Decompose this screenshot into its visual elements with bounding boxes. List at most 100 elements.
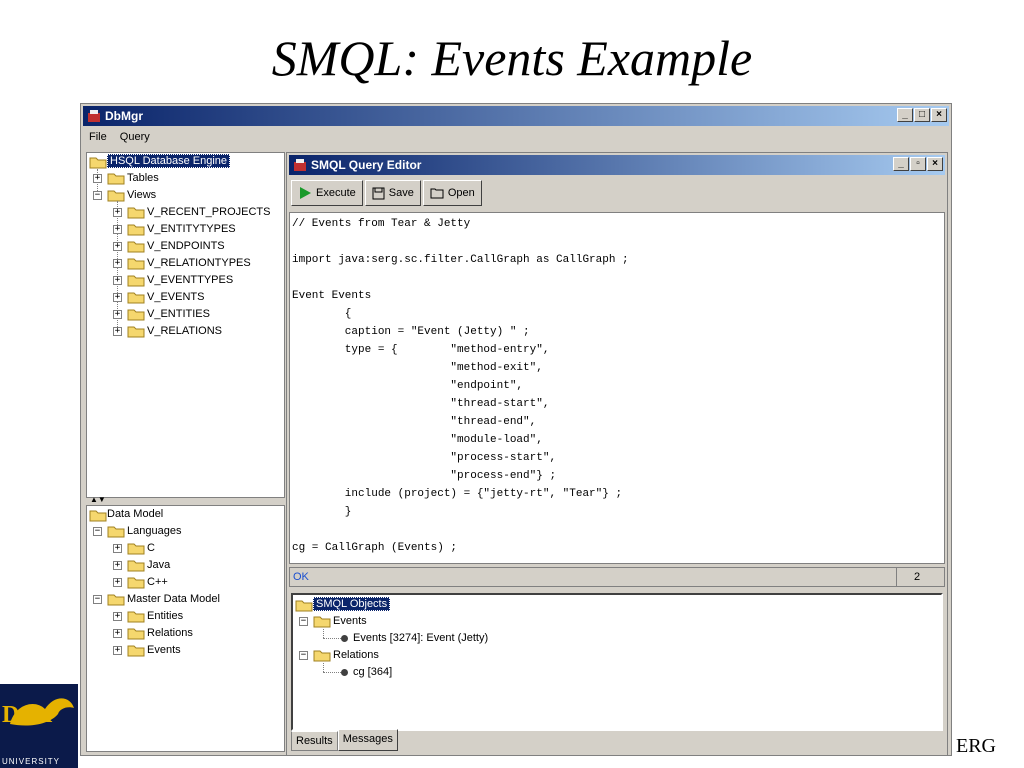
- save-button[interactable]: Save: [364, 180, 421, 206]
- tree-item-language[interactable]: Java: [147, 557, 170, 574]
- data-model-tree-pane[interactable]: Data Model − Languages + C + Java + C++ …: [86, 505, 285, 752]
- expand-icon[interactable]: +: [113, 293, 122, 302]
- tree-item-tables[interactable]: Tables: [127, 170, 159, 187]
- open-button[interactable]: Open: [422, 180, 482, 206]
- folder-icon: [89, 157, 107, 169]
- tree-root[interactable]: HSQL Database Engine: [107, 153, 230, 170]
- results-relations-group[interactable]: Relations: [333, 647, 379, 664]
- collapse-icon[interactable]: −: [299, 651, 308, 660]
- folder-icon: [127, 275, 145, 287]
- logo-name: Drex: [2, 702, 53, 728]
- expand-icon[interactable]: +: [113, 310, 122, 319]
- editor-toolbar: Execute Save Open: [291, 180, 482, 208]
- code-line: cg = CallGraph (Events) ;: [292, 542, 458, 554]
- folder-icon: [127, 326, 145, 338]
- results-relations-item[interactable]: cg [364]: [353, 664, 392, 681]
- collapse-icon[interactable]: −: [299, 617, 308, 626]
- splitter-arrows-icon[interactable]: ▲▼: [90, 496, 106, 504]
- open-folder-icon: [430, 188, 444, 199]
- results-tree-pane[interactable]: SMQL Objects − Events Events [3274]: Eve…: [291, 593, 943, 731]
- tree-root[interactable]: Data Model: [107, 506, 163, 523]
- expand-icon[interactable]: +: [113, 327, 122, 336]
- tree-item-view[interactable]: V_RECENT_PROJECTS: [147, 204, 270, 221]
- tree-item-language[interactable]: C: [147, 540, 155, 557]
- app-window-controls: _ □ ×: [896, 108, 947, 122]
- code-line: // Events from Tear & Jetty: [292, 218, 471, 230]
- expand-icon[interactable]: +: [113, 646, 122, 655]
- maximize-button[interactable]: □: [914, 108, 930, 122]
- folder-icon: [127, 309, 145, 321]
- expand-icon[interactable]: +: [113, 259, 122, 268]
- tree-item-events[interactable]: Events: [147, 642, 181, 659]
- code-line: include (project) = {"jetty-rt", "Tear"}…: [292, 488, 623, 500]
- tree-item-view[interactable]: V_ENTITIES: [147, 306, 210, 323]
- menu-query[interactable]: Query: [120, 131, 150, 143]
- folder-icon: [127, 207, 145, 219]
- expand-icon[interactable]: +: [113, 544, 122, 553]
- expand-icon[interactable]: +: [113, 208, 122, 217]
- collapse-icon[interactable]: −: [93, 527, 102, 536]
- close-button[interactable]: ×: [931, 108, 947, 122]
- code-line: Event Events: [292, 290, 372, 302]
- status-count: 2: [914, 571, 921, 583]
- code-line: "process-end"} ;: [292, 470, 557, 482]
- code-line: "module-load",: [292, 434, 543, 446]
- expand-icon[interactable]: +: [113, 578, 122, 587]
- collapse-icon[interactable]: −: [93, 191, 102, 200]
- tree-item-relations[interactable]: Relations: [147, 625, 193, 642]
- expand-icon[interactable]: +: [113, 225, 122, 234]
- editor-icon: [294, 159, 306, 171]
- expand-icon[interactable]: +: [113, 242, 122, 251]
- folder-icon: [107, 173, 125, 185]
- folder-icon: [127, 611, 145, 623]
- collapse-icon[interactable]: −: [93, 595, 102, 604]
- app-icon: [88, 110, 100, 122]
- tree-item-entities[interactable]: Entities: [147, 608, 183, 625]
- tab-messages[interactable]: Messages: [337, 729, 398, 751]
- tree-item-views[interactable]: Views: [127, 187, 156, 204]
- editor-titlebar[interactable]: SMQL Query Editor _ ▫ ×: [289, 155, 945, 175]
- code-line: type = { "method-entry",: [292, 344, 550, 356]
- tree-item-view[interactable]: V_RELATIONS: [147, 323, 222, 340]
- folder-icon: [127, 560, 145, 572]
- tree-item-master-data-model[interactable]: Master Data Model: [127, 591, 220, 608]
- code-line: "method-exit",: [292, 362, 543, 374]
- folder-icon: [127, 628, 145, 640]
- database-tree-pane[interactable]: HSQL Database Engine + Tables − Views + …: [86, 152, 285, 498]
- expand-icon[interactable]: +: [113, 629, 122, 638]
- results-events-group[interactable]: Events: [333, 613, 367, 630]
- leaf-icon: [341, 669, 348, 676]
- editor-title: SMQL Query Editor: [311, 158, 422, 172]
- restore-button[interactable]: ▫: [910, 157, 926, 171]
- results-events-item[interactable]: Events [3274]: Event (Jetty): [353, 630, 488, 647]
- folder-icon: [313, 616, 331, 628]
- tree-item-language[interactable]: C++: [147, 574, 168, 591]
- menu-file[interactable]: File: [89, 131, 107, 143]
- footer-erg: ERG: [956, 735, 996, 757]
- tree-item-languages[interactable]: Languages: [127, 523, 181, 540]
- smql-query-editor-window: SMQL Query Editor _ ▫ × Execute Save Ope…: [286, 152, 948, 756]
- expand-icon[interactable]: +: [113, 561, 122, 570]
- results-root[interactable]: SMQL Objects: [313, 596, 391, 613]
- app-titlebar[interactable]: DbMgr _ □ ×: [83, 106, 949, 126]
- code-line: "thread-start",: [292, 398, 550, 410]
- slide-title: SMQL: Events Example: [271, 30, 753, 86]
- execute-button[interactable]: Execute: [291, 180, 363, 206]
- minimize-button[interactable]: _: [897, 108, 913, 122]
- tree-item-view[interactable]: V_ENTITYTYPES: [147, 221, 236, 238]
- tree-item-view[interactable]: V_ENDPOINTS: [147, 238, 225, 255]
- play-icon: [300, 187, 311, 199]
- minimize-button[interactable]: _: [893, 157, 909, 171]
- expand-icon[interactable]: +: [113, 612, 122, 621]
- folder-icon: [127, 241, 145, 253]
- expand-icon[interactable]: +: [113, 276, 122, 285]
- tree-item-view[interactable]: V_RELATIONTYPES: [147, 255, 251, 272]
- tab-results[interactable]: Results: [291, 731, 338, 751]
- query-code-editor[interactable]: // Events from Tear & Jetty import java:…: [289, 212, 945, 564]
- folder-icon: [313, 650, 331, 662]
- close-button[interactable]: ×: [927, 157, 943, 171]
- expand-icon[interactable]: +: [93, 174, 102, 183]
- tree-item-view[interactable]: V_EVENTS: [147, 289, 204, 306]
- floppy-icon: [372, 187, 385, 199]
- tree-item-view[interactable]: V_EVENTTYPES: [147, 272, 233, 289]
